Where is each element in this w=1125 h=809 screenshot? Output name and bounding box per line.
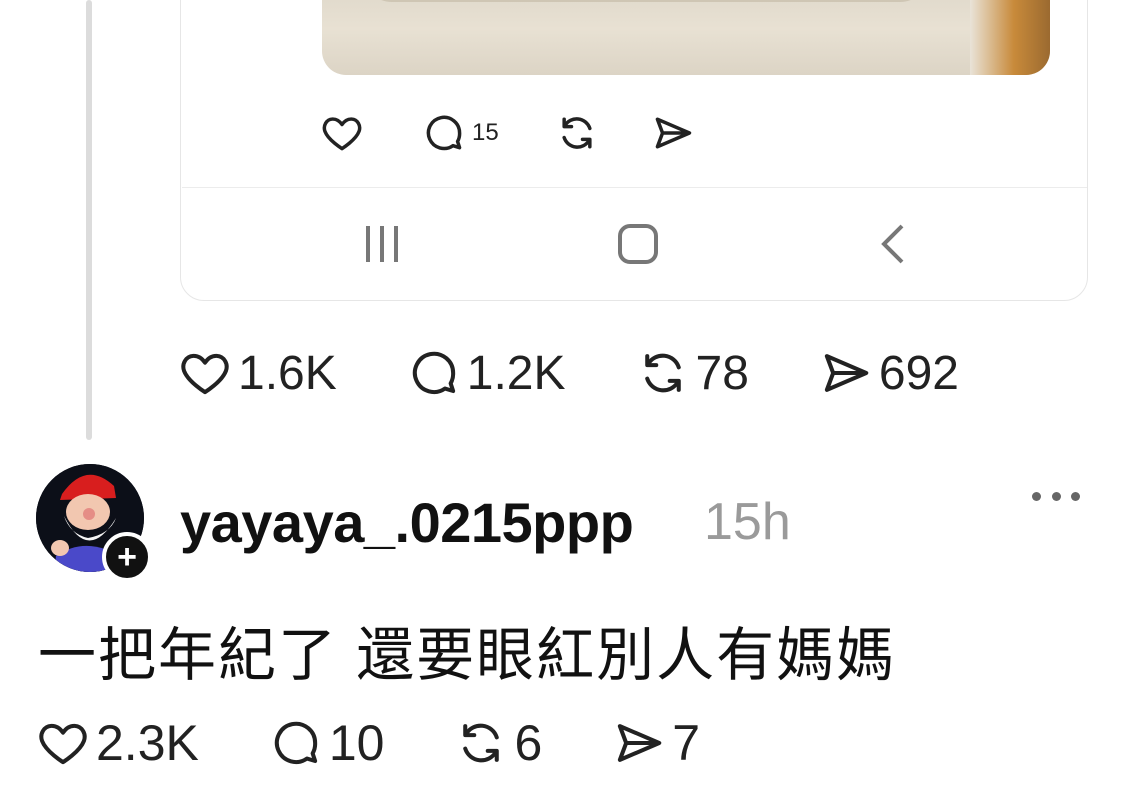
quoted-repost-button[interactable] xyxy=(555,111,599,155)
reply-button[interactable]: 10 xyxy=(269,714,385,772)
parent-repost-button[interactable]: 78 xyxy=(636,346,749,401)
repost-icon xyxy=(562,117,592,149)
home-icon[interactable] xyxy=(614,220,662,273)
back-icon[interactable] xyxy=(872,220,916,273)
repost-icon xyxy=(463,723,500,763)
reply-post: + yayaya_.0215ppp 15h 一把年紀了 還要眼紅別人有媽媽 2.… xyxy=(0,440,1125,809)
parent-share-count: 692 xyxy=(878,346,959,400)
share-button[interactable]: 7 xyxy=(612,714,700,772)
thread-connector-line xyxy=(86,0,92,440)
follow-plus-button[interactable]: + xyxy=(102,532,152,582)
send-icon xyxy=(824,354,869,392)
parent-like-count: 1.6K xyxy=(238,346,337,400)
quoted-post-actions: 15 xyxy=(320,108,695,158)
parent-reply-count: 1.2K xyxy=(466,346,566,400)
heart-icon xyxy=(181,353,229,395)
quoted-post-image[interactable] xyxy=(322,0,1050,75)
heart-icon xyxy=(322,117,362,151)
send-icon xyxy=(618,724,662,762)
parent-repost-count: 78 xyxy=(695,346,749,400)
more-options-icon[interactable] xyxy=(1032,484,1080,508)
like-count: 2.3K xyxy=(96,715,199,771)
send-icon xyxy=(655,117,691,149)
comment-icon xyxy=(274,721,318,765)
card-divider xyxy=(182,187,1087,188)
post-timestamp: 15h xyxy=(704,493,791,551)
share-count: 7 xyxy=(672,715,701,771)
post-actions: 2.3K 10 6 7 xyxy=(36,710,700,776)
heart-icon xyxy=(39,723,87,765)
comment-icon xyxy=(412,351,455,395)
comment-icon xyxy=(426,115,462,151)
like-button[interactable]: 2.3K xyxy=(36,714,199,772)
parent-post-stats: 1.6K 1.2K 78 692 xyxy=(178,340,959,406)
parent-reply-button[interactable]: 1.2K xyxy=(407,346,566,401)
post-text: 一把年紀了 還要眼紅別人有媽媽 xyxy=(38,623,897,688)
repost-count: 6 xyxy=(514,715,543,771)
system-navigation-bar xyxy=(182,200,1087,290)
quoted-reply-count: 15 xyxy=(472,119,499,146)
quoted-reply-button[interactable]: 15 xyxy=(422,111,499,155)
quoted-like-button[interactable] xyxy=(320,111,364,155)
recent-apps-icon[interactable] xyxy=(360,220,404,273)
quoted-share-button[interactable] xyxy=(651,111,695,155)
reply-count: 10 xyxy=(328,715,385,771)
repost-icon xyxy=(644,353,681,393)
parent-share-button[interactable]: 692 xyxy=(819,346,959,401)
repost-button[interactable]: 6 xyxy=(454,714,542,772)
username[interactable]: yayaya_.0215ppp xyxy=(180,490,634,555)
parent-like-button[interactable]: 1.6K xyxy=(178,346,337,401)
